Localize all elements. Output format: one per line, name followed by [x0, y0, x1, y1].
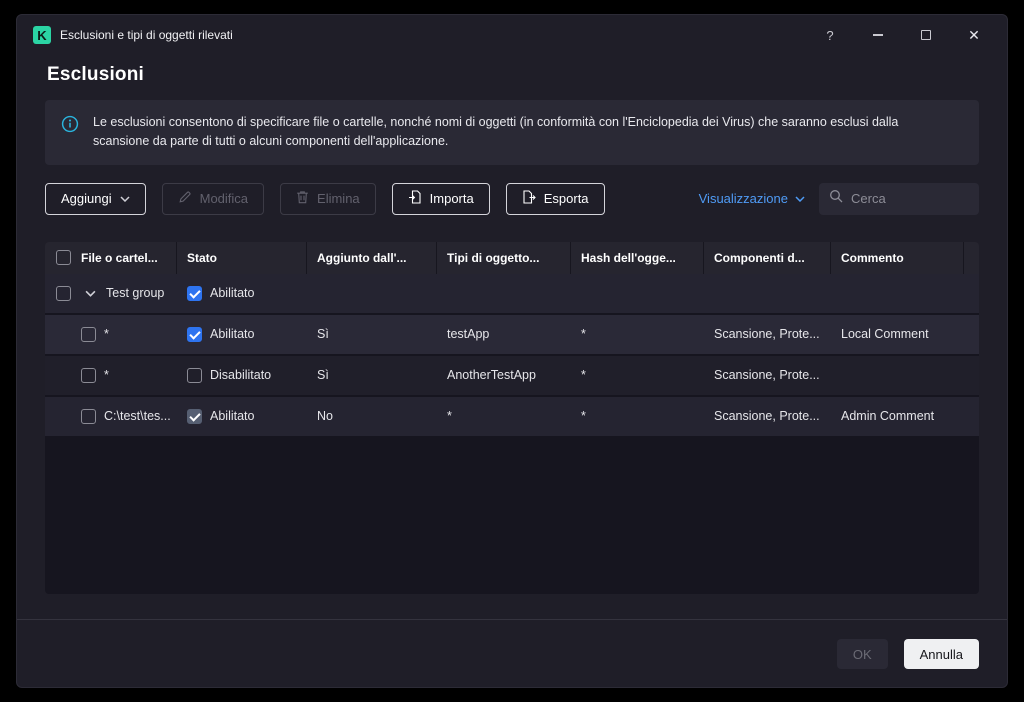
hash-value: *	[581, 368, 586, 383]
hash-value: *	[581, 327, 586, 342]
minimize-button[interactable]	[869, 26, 887, 44]
delete-button-label: Elimina	[317, 191, 360, 207]
export-button-label: Esporta	[543, 191, 589, 207]
export-icon	[522, 190, 536, 207]
header-filler	[964, 242, 979, 274]
added-by-value: Sì	[317, 368, 329, 383]
column-header-components[interactable]: Componenti d...	[704, 241, 831, 274]
object-type-value: *	[447, 409, 452, 424]
add-button-label: Aggiungi	[61, 191, 112, 207]
footer-bar: OK Annulla	[17, 619, 1007, 687]
maximize-icon	[921, 30, 931, 40]
info-text: Le esclusioni consentono di specificare …	[93, 115, 899, 149]
status-label: Disabilitato	[210, 368, 272, 383]
view-dropdown[interactable]: Visualizzazione	[699, 191, 805, 206]
pencil-icon	[178, 190, 192, 207]
import-icon	[408, 190, 422, 207]
row-select-checkbox[interactable]	[81, 408, 96, 424]
search-input[interactable]	[851, 191, 969, 207]
added-by-value: Sì	[317, 327, 329, 342]
components-value: Scansione, Prote...	[714, 368, 820, 383]
chevron-down-icon	[120, 196, 130, 202]
row-select-checkbox[interactable]	[81, 326, 96, 342]
add-button[interactable]: Aggiungi	[45, 182, 146, 215]
import-button[interactable]: Importa	[391, 182, 490, 215]
export-button[interactable]: Esporta	[505, 182, 605, 215]
table-group-row[interactable]: Test group Abilitato	[45, 273, 979, 315]
trash-icon	[296, 190, 309, 207]
row-select-checkbox[interactable]	[55, 285, 71, 301]
exclusions-dialog: K Esclusioni e tipi di oggetti rilevati …	[16, 14, 1008, 688]
hash-value: *	[581, 409, 586, 424]
enabled-checkbox[interactable]	[187, 326, 202, 342]
comment-value: Admin Comment	[841, 409, 935, 424]
file-value: C:\test\tes...	[104, 409, 171, 424]
info-banner: Le esclusioni consentono di specificare …	[45, 100, 979, 165]
page-title: Esclusioni	[47, 64, 145, 85]
help-button[interactable]: ?	[821, 26, 839, 44]
file-value: *	[104, 327, 109, 342]
window-title: Esclusioni e tipi di oggetti rilevati	[60, 28, 233, 42]
kaspersky-logo-icon: K	[33, 26, 51, 44]
search-icon	[829, 189, 843, 208]
info-icon	[61, 115, 79, 138]
status-label: Abilitato	[210, 409, 255, 424]
column-header-status[interactable]: Stato	[177, 241, 307, 274]
select-all-checkbox[interactable]	[55, 250, 71, 266]
object-type-value: testApp	[447, 327, 490, 342]
row-select-checkbox[interactable]	[81, 367, 96, 383]
file-value: *	[104, 368, 109, 383]
enabled-checkbox-locked[interactable]	[187, 408, 202, 424]
table-row[interactable]: * Disabilitato Sì AnotherTestApp * Scans…	[45, 355, 979, 397]
import-button-label: Importa	[429, 191, 474, 207]
chevron-down-icon	[795, 196, 805, 202]
column-header-hash[interactable]: Hash dell'ogge...	[571, 241, 704, 274]
view-dropdown-label: Visualizzazione	[698, 191, 788, 207]
enabled-checkbox[interactable]	[187, 285, 202, 301]
search-box	[819, 182, 979, 215]
chevron-down-icon[interactable]	[81, 290, 96, 297]
cancel-button[interactable]: Annulla	[903, 639, 979, 669]
column-header-comment[interactable]: Commento	[831, 241, 964, 274]
group-name: Test group	[106, 286, 165, 301]
column-header-object-type[interactable]: Tipi di oggetto...	[437, 241, 571, 274]
table-row[interactable]: C:\test\tes... Abilitato No * * Scansion…	[45, 396, 979, 438]
status-label: Abilitato	[210, 286, 255, 301]
table-row[interactable]: * Abilitato Sì testApp * Scansione, Prot…	[45, 314, 979, 356]
window-controls: ? ✕	[821, 26, 983, 44]
exclusions-table: File o cartel... Stato Aggiunto dall'...…	[45, 241, 979, 594]
edit-button-label: Modifica	[199, 191, 249, 207]
close-button[interactable]: ✕	[965, 26, 983, 44]
components-value: Scansione, Prote...	[714, 327, 820, 342]
status-label: Abilitato	[210, 327, 255, 342]
select-all-cell	[45, 242, 81, 274]
comment-value: Local Comment	[841, 327, 929, 342]
components-value: Scansione, Prote...	[714, 409, 820, 424]
column-header-added-by[interactable]: Aggiunto dall'...	[307, 241, 437, 274]
maximize-button[interactable]	[917, 26, 935, 44]
edit-button[interactable]: Modifica	[161, 182, 265, 215]
table-empty-area	[45, 437, 979, 594]
added-by-value: No	[317, 409, 333, 424]
column-header-file[interactable]: File o cartel...	[81, 241, 177, 274]
delete-button[interactable]: Elimina	[280, 182, 376, 215]
minimize-icon	[873, 34, 883, 36]
title-bar: K Esclusioni e tipi di oggetti rilevati …	[17, 15, 1007, 55]
ok-button[interactable]: OK	[836, 639, 888, 669]
enabled-checkbox[interactable]	[187, 367, 202, 383]
toolbar: Aggiungi Modifica Elimina Importa Esport…	[45, 182, 979, 215]
object-type-value: AnotherTestApp	[447, 368, 536, 383]
table-header-row: File o cartel... Stato Aggiunto dall'...…	[45, 241, 979, 274]
